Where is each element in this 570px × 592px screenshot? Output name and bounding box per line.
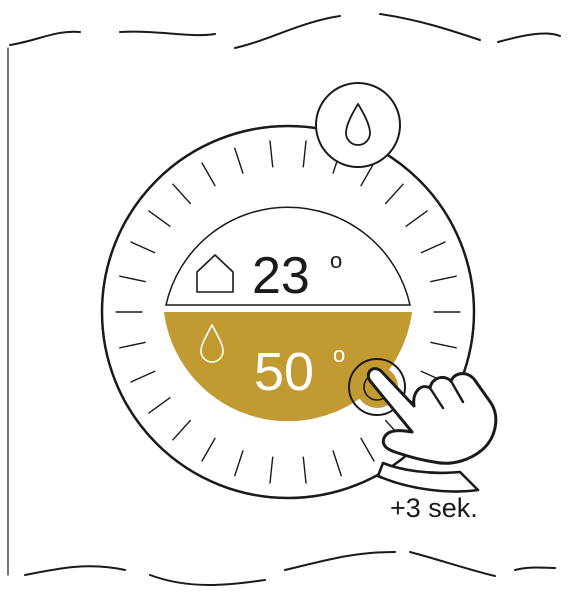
room-temperature-value: 23 <box>252 247 310 305</box>
thermostat-illustration: 23 o 50 o +3 sek. <box>7 13 561 586</box>
room-degree-symbol: o <box>330 248 342 273</box>
torn-edge-top <box>234 15 341 49</box>
torn-edge-bottom <box>409 551 496 577</box>
hold-duration-label: +3 sek. <box>390 493 478 523</box>
torn-edge-top <box>497 32 561 43</box>
torn-edge-bottom <box>514 566 556 571</box>
torn-edge-bottom <box>24 565 126 576</box>
water-degree-symbol: o <box>333 342 345 367</box>
water-mode-button-circle[interactable] <box>315 82 401 168</box>
torn-edge-top <box>9 30 81 46</box>
water-mode-button[interactable] <box>315 82 401 168</box>
torn-edge-bottom <box>149 574 266 586</box>
torn-edge-bottom <box>284 551 396 571</box>
hand-cuff <box>376 461 480 493</box>
torn-edge-top <box>379 13 481 41</box>
water-temperature-value: 50 <box>254 342 314 402</box>
torn-edge-top <box>119 30 216 37</box>
